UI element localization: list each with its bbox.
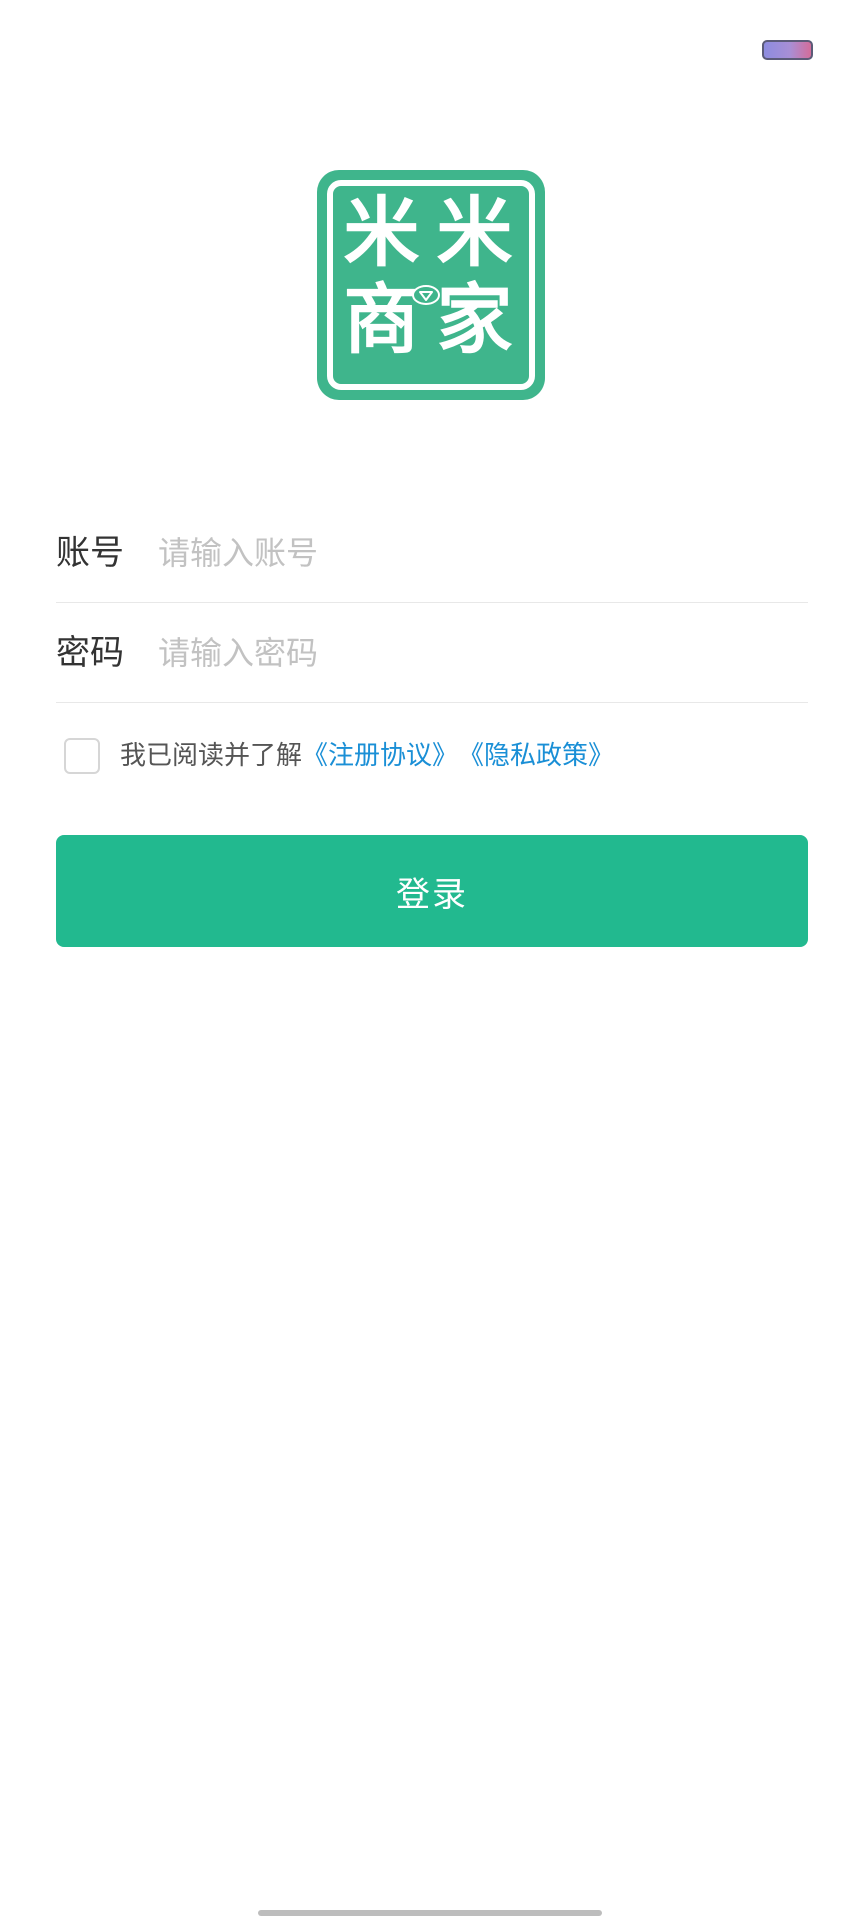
home-indicator[interactable] bbox=[258, 1910, 602, 1916]
logo-char-2: 米 bbox=[436, 188, 513, 277]
privacy-policy-link[interactable]: 《隐私政策》 bbox=[458, 736, 614, 776]
password-field: 密码 bbox=[56, 603, 808, 703]
agreement-checkbox[interactable] bbox=[64, 738, 100, 774]
diamond-icon bbox=[412, 285, 440, 305]
login-button[interactable]: 登录 bbox=[56, 835, 808, 947]
agreement-text: 我已阅读并了解 bbox=[120, 741, 303, 771]
logo-char-4: 家 bbox=[436, 275, 513, 364]
agreement-row: 我已阅读并了解 《注册协议》 《隐私政策》 bbox=[64, 736, 614, 776]
register-agreement-link[interactable]: 《注册协议》 bbox=[302, 736, 458, 776]
password-input[interactable] bbox=[158, 631, 778, 675]
app-logo: 米 米 商 家 bbox=[317, 170, 545, 400]
logo-char-1: 米 bbox=[343, 188, 420, 277]
battery-icon bbox=[762, 40, 813, 60]
account-input[interactable] bbox=[158, 531, 778, 575]
account-field: 账号 bbox=[56, 503, 808, 603]
password-label: 密码 bbox=[56, 633, 124, 673]
account-label: 账号 bbox=[56, 533, 124, 573]
